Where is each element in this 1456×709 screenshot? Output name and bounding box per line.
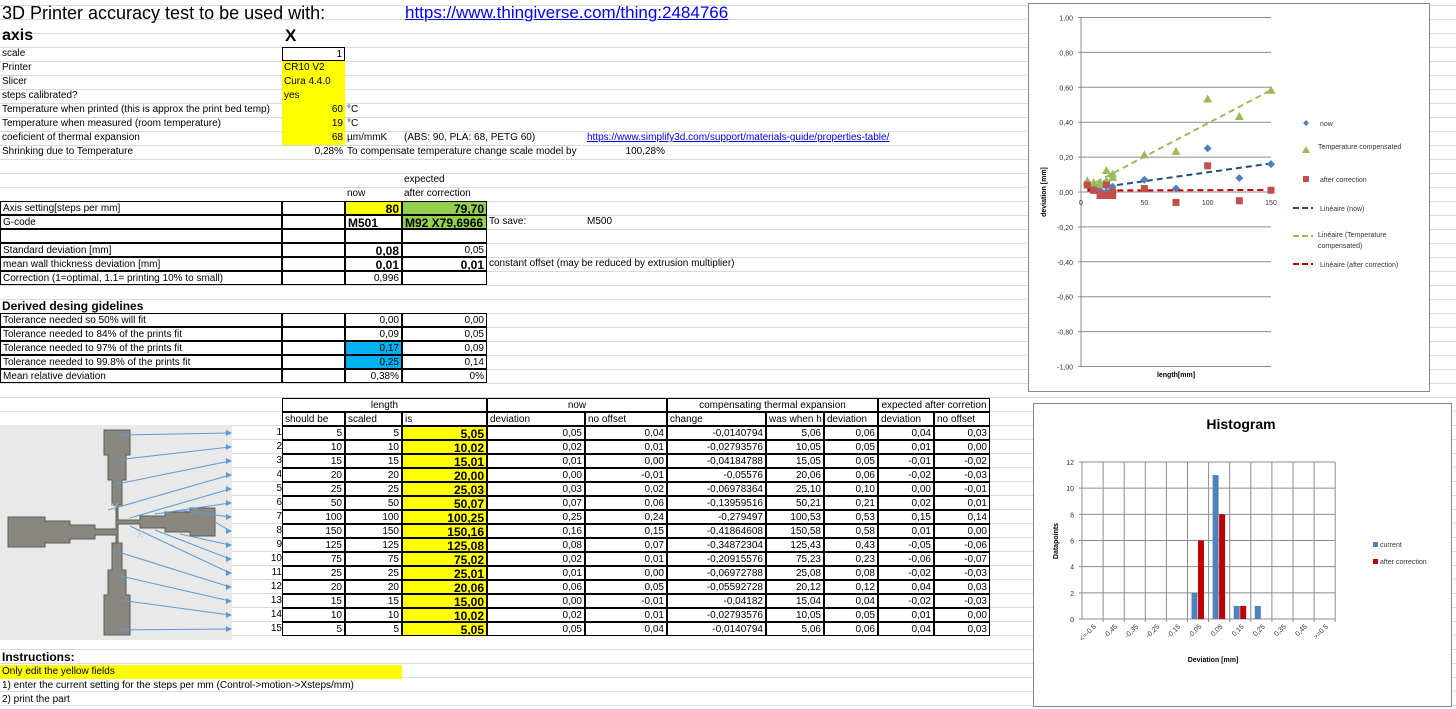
legend-label: Linéaire (now) [1320,206,1364,213]
data-point-after-correction [1109,191,1117,199]
charts-overlay: 1,00 0,80 0,60 0,40 0,20 0,00 -0,20 -0,40 -0,60 -… [1041,16,1427,665]
data-point-after-correction [1204,162,1212,170]
x-tick-label: -0,25 [1145,623,1161,639]
legend-label: current [1380,542,1402,549]
data-point-after-correction [1140,185,1148,193]
x-tick-label: -0,15 [1166,623,1182,639]
legend-label: Temperature compensated [1318,144,1402,151]
legend-label: now [1320,121,1334,128]
data-point-now [1203,144,1212,153]
legend-marker-temperature [1302,146,1310,153]
x-tick-label: 0 [1079,200,1083,207]
data-point-now [1172,184,1180,193]
y-tick-label: -1,00 [1057,365,1073,372]
x-tick-label: 0,15 [1231,623,1246,638]
y-tick-label: -0,60 [1057,295,1073,302]
legend-label: after correction [1380,559,1427,566]
y-tick-label: 0,40 [1059,120,1073,127]
histogram-bar-after-correction [1198,540,1204,619]
data-point-temperature-compensated [1101,166,1111,175]
x-tick-label: <=-0.5 [1079,623,1098,642]
histogram-bar-after-correction [1219,514,1226,619]
x-axis-title: length[mm] [1157,372,1195,379]
data-point-after-correction [1102,191,1110,199]
y-tick-label: 0 [1070,617,1074,624]
data-point-now [1267,160,1275,169]
histogram-bar-after-correction [1240,605,1247,619]
data-point-after-correction [1096,191,1104,199]
x-tick-label: 0,05 [1210,623,1225,638]
data-point-now [1140,175,1149,184]
x-tick-label: -0,05 [1187,623,1203,639]
y-tick-label: 0,60 [1059,85,1073,92]
data-point-after-correction [1235,197,1243,205]
legend-swatch [1373,542,1378,547]
data-point-temperature-compensated [1171,146,1181,155]
legend-label: Linéaire (Temperature compensated) [1318,232,1387,250]
x-tick-label: -0,35 [1124,623,1140,639]
x-axis-title: Deviation [mm] [1188,657,1239,664]
histogram-bar-current [1233,605,1240,619]
trendline [1086,89,1272,188]
histogram-bar-current [1212,475,1219,619]
legend-marker-after [1303,176,1309,182]
legend-label: Linéaire (after correction) [1320,262,1398,269]
y-tick-label: -0,80 [1057,330,1073,337]
y-tick-label: 4 [1070,565,1074,572]
legend-label-temperature: Temperature compensated [1318,144,1402,151]
y-tick-label: 10 [1066,486,1074,493]
legend-swatch [1373,559,1378,564]
data-point-after-correction [1102,181,1110,189]
y-tick-label: -0,20 [1057,225,1073,232]
data-point-temperature-compensated [1139,150,1149,159]
y-tick-label: 6 [1070,539,1074,546]
x-tick-label: 50 [1140,200,1148,207]
legend-label: after correction [1320,177,1367,184]
legend-marker-now [1303,120,1309,126]
x-tick-label: 0,45 [1294,623,1309,638]
legend-label-trend: Linéaire (Temperature compensated) [1318,232,1387,250]
histogram-title: Histogram [1206,416,1275,432]
y-tick-label: -0,40 [1057,260,1073,267]
data-point-temperature-compensated [1234,111,1244,120]
x-tick-label: >=0.5 [1312,623,1330,641]
x-tick-label: 100 [1202,200,1214,207]
y-tick-label: 8 [1070,512,1074,519]
data-point-now [1235,174,1244,183]
histogram-bar-current [1191,592,1198,619]
data-point-temperature-compensated [1203,94,1213,103]
y-tick-label: 12 [1066,460,1074,467]
data-point-after-correction [1267,186,1275,194]
data-point-after-correction [1090,186,1098,194]
y-tick-label: 0,00 [1059,190,1073,197]
x-tick-label: 0,25 [1252,623,1267,638]
histogram-bar-current [1254,605,1261,619]
x-tick-label: -0,45 [1103,623,1119,639]
y-axis-title: Datapoints [1053,523,1060,559]
x-tick-label: 150 [1265,200,1277,207]
data-point-after-correction [1083,181,1091,189]
data-point-after-correction [1172,198,1180,206]
y-tick-label: 2 [1070,591,1074,598]
y-axis-title: deviation [mm] [1041,167,1048,217]
y-tick-label: 0,80 [1059,50,1073,57]
x-tick-label: 0,35 [1273,623,1288,638]
y-tick-label: 1,00 [1059,16,1073,23]
y-tick-label: 0,20 [1059,155,1073,162]
